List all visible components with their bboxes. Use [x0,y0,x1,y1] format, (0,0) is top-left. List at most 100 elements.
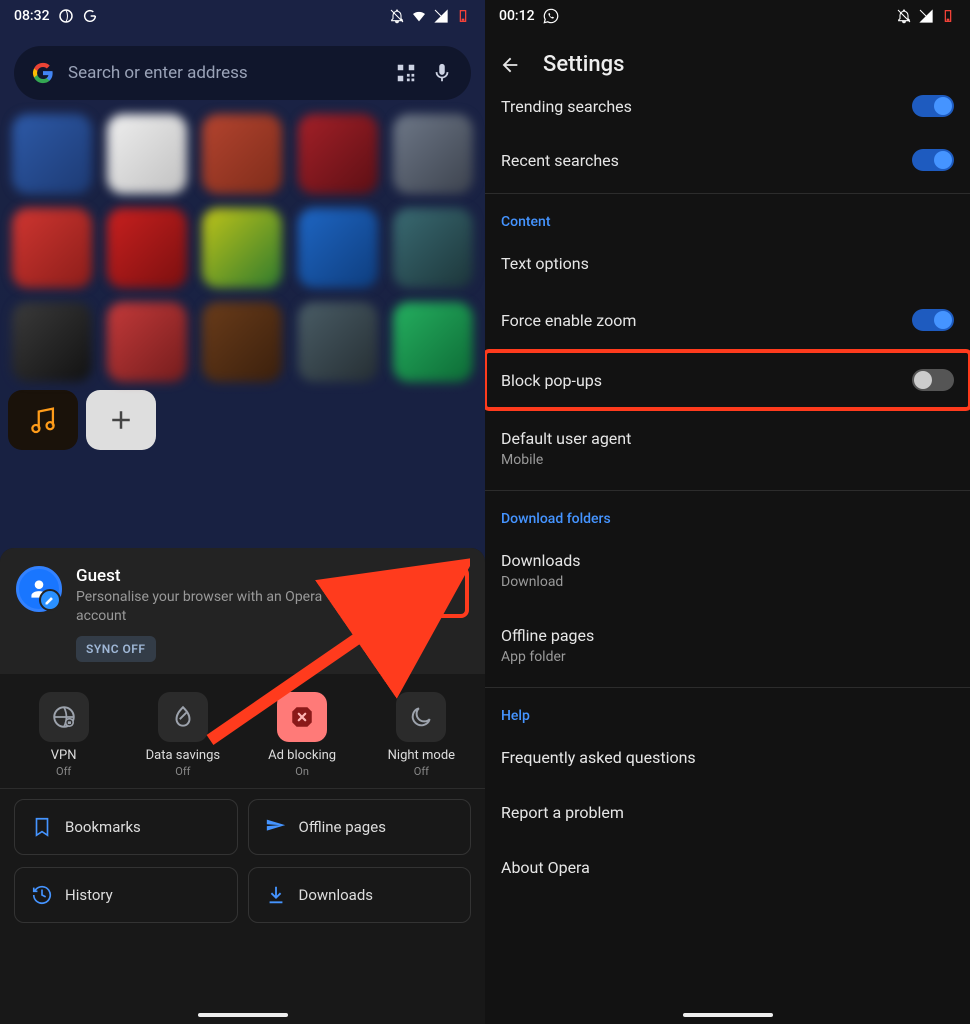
speed-dial-tile[interactable] [393,114,473,194]
speed-dial-tile[interactable] [12,114,92,194]
opera-home-screen: 08:32 Search or enter address [0,0,485,1024]
quick-label: Night mode [366,748,476,763]
chip-label: Bookmarks [65,818,141,836]
status-time: 00:12 [499,8,535,24]
quick-status: Off [128,765,238,778]
status-right [389,8,471,24]
ad-blocking-quick-action[interactable]: Ad blocking On [247,692,357,778]
about-opera-row[interactable]: About Opera [485,840,970,895]
speed-dial-bottom-row [0,382,485,450]
chip-row-1: Bookmarks Offline pages [0,793,485,861]
row-label: Force enable zoom [501,311,636,330]
row-label: Downloads [501,551,580,570]
vpn-quick-action[interactable]: VPN Off [9,692,119,778]
history-chip[interactable]: History [14,867,238,923]
data-savings-quick-action[interactable]: Data savings Off [128,692,238,778]
force-enable-zoom-row[interactable]: Force enable zoom [485,291,970,349]
quick-label: Ad blocking [247,748,357,763]
speed-dial-tile[interactable] [202,114,282,194]
trending-searches-row[interactable]: Trending searches [485,91,970,131]
speed-dial-tile[interactable] [298,302,378,382]
report-problem-row[interactable]: Report a problem [485,785,970,840]
speed-dial-tile[interactable] [202,208,282,288]
quick-actions-row: VPN Off Data savings Off Ad blocking On … [0,674,485,784]
account-section: Guest Personalise your browser with an O… [0,548,485,674]
qr-scan-icon[interactable] [395,62,417,84]
notifications-off-icon [896,8,912,24]
settings-header: Settings [485,32,970,91]
quick-label: Data savings [128,748,238,763]
row-label: Block pop-ups [501,371,602,390]
power-button[interactable] [371,566,411,606]
speed-dial-tile[interactable] [107,302,187,382]
toggle-on[interactable] [912,149,954,171]
google-g-icon [32,62,54,84]
nav-bar [485,1006,970,1024]
block-popups-row[interactable]: Block pop-ups [485,349,970,411]
speed-dial-tile[interactable] [12,208,92,288]
signal-icon [433,8,449,24]
music-shortcut[interactable] [8,390,78,450]
row-label: Offline pages [501,626,594,645]
account-subtitle: Personalise your browser with an Opera a… [76,588,357,626]
speed-dial-tile[interactable] [298,208,378,288]
quick-status: Off [366,765,476,778]
section-content: Content [485,198,970,236]
section-help: Help [485,692,970,730]
speed-dial-tile[interactable] [12,302,92,382]
offline-pages-chip[interactable]: Offline pages [248,799,472,855]
whatsapp-icon [543,8,559,24]
row-label: Recent searches [501,151,619,170]
speed-dial-tile[interactable] [298,114,378,194]
status-bar: 00:12 [485,0,970,32]
quick-label: VPN [9,748,119,763]
add-speed-dial-button[interactable] [86,390,156,450]
mic-icon[interactable] [431,62,453,84]
signal-icon [918,8,934,24]
section-download-folders: Download folders [485,495,970,533]
toggle-on[interactable] [912,309,954,331]
downloads-chip[interactable]: Downloads [248,867,472,923]
avatar[interactable] [16,566,62,612]
speed-dial-tile[interactable] [107,208,187,288]
default-user-agent-row[interactable]: Default user agent Mobile [485,411,970,486]
row-label: About Opera [501,858,590,877]
speed-dial-tile[interactable] [393,302,473,382]
row-label: Report a problem [501,803,624,822]
row-label: Default user agent [501,429,631,448]
row-sublabel: Download [501,574,580,590]
chip-label: Downloads [299,886,374,904]
settings-button-highlight [417,566,469,618]
row-sublabel: Mobile [501,452,631,468]
bottom-panel: Guest Personalise your browser with an O… [0,548,485,1024]
speed-dial-tile[interactable] [393,208,473,288]
nav-bar [0,1006,485,1024]
faq-row[interactable]: Frequently asked questions [485,730,970,785]
night-mode-quick-action[interactable]: Night mode Off [366,692,476,778]
google-icon [82,8,98,24]
speed-dial-tile[interactable] [202,302,282,382]
toggle-on[interactable] [912,95,954,117]
toggle-off[interactable] [912,369,954,391]
downloads-folder-row[interactable]: Downloads Download [485,533,970,608]
account-title: Guest [76,566,357,586]
opera-settings-screen: 00:12 Settings Trending searches Recent … [485,0,970,1024]
chip-label: History [65,886,113,904]
settings-button[interactable] [423,572,463,612]
chip-label: Offline pages [299,818,386,836]
bookmarks-chip[interactable]: Bookmarks [14,799,238,855]
row-label: Text options [501,254,589,273]
speed-dial-grid [0,106,485,382]
recent-searches-row[interactable]: Recent searches [485,131,970,189]
text-options-row[interactable]: Text options [485,236,970,291]
offline-pages-folder-row[interactable]: Offline pages App folder [485,608,970,683]
search-bar[interactable]: Search or enter address [14,46,471,100]
status-bar: 08:32 [0,0,485,32]
search-placeholder: Search or enter address [68,63,381,83]
status-time: 08:32 [14,8,50,24]
back-icon[interactable] [499,54,521,76]
notifications-off-icon [389,8,405,24]
speed-dial-tile[interactable] [107,114,187,194]
firefox-icon [58,8,74,24]
sync-badge[interactable]: SYNC OFF [76,636,156,662]
